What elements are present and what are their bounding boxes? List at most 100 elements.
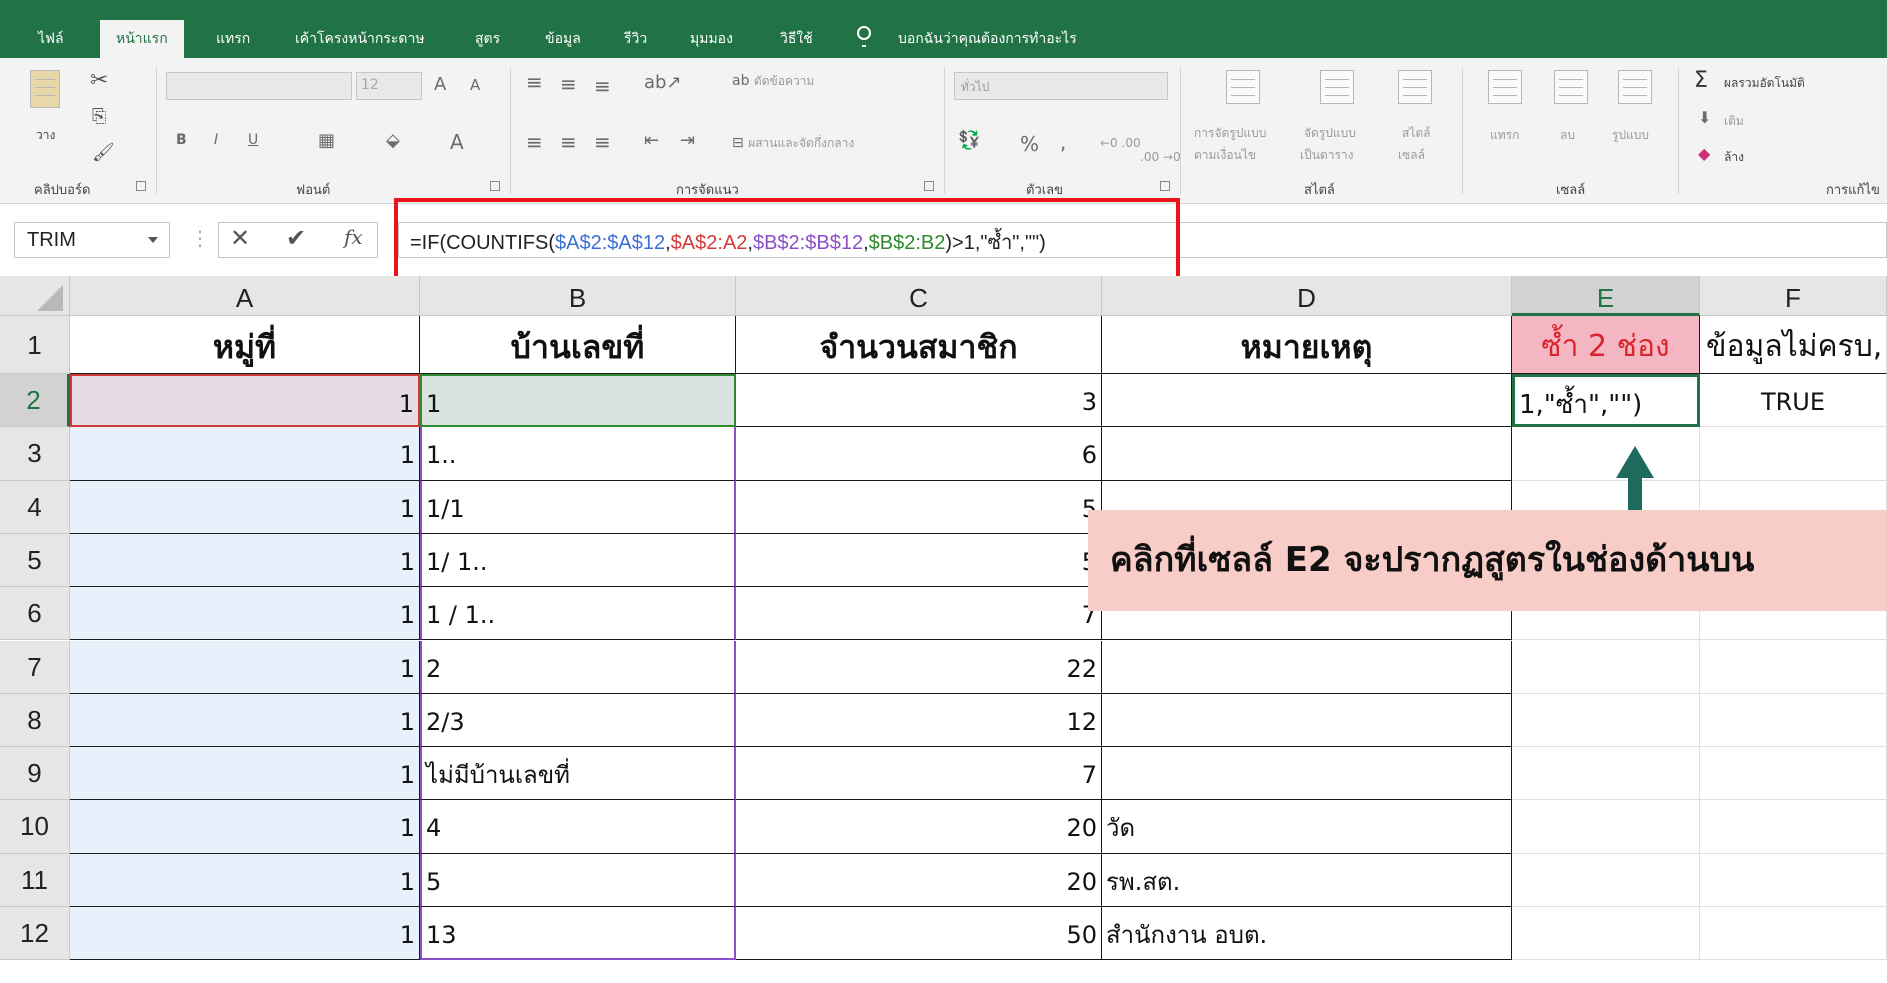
percent-button[interactable]: % — [1020, 132, 1039, 156]
cell-e8[interactable] — [1512, 693, 1700, 748]
cell-b9[interactable]: ไม่มีบ้านเลขที่ — [420, 747, 736, 801]
header-cell-b[interactable]: บ้านเลขที่ — [420, 316, 736, 374]
row-header-11[interactable]: 11 — [0, 853, 70, 907]
conditional-formatting-button[interactable]: การจัดรูปแบบ — [1194, 124, 1266, 143]
cell-d3[interactable] — [1102, 427, 1512, 481]
row-header-6[interactable]: 6 — [0, 587, 70, 641]
merge-center-button[interactable]: ⊟ ผสานและจัดกึ่งกลาง — [732, 134, 854, 153]
cell-d7[interactable] — [1102, 640, 1512, 694]
cell-b10[interactable]: 4 — [420, 800, 736, 854]
tab-formulas[interactable]: สูตร — [475, 28, 500, 50]
cell-d2[interactable] — [1102, 374, 1512, 428]
header-cell-a[interactable]: หมู่ที่ — [70, 316, 420, 374]
cell-d9[interactable] — [1102, 747, 1512, 801]
align-left-icon[interactable]: ≡ — [526, 130, 543, 154]
format-as-table-icon[interactable] — [1320, 70, 1354, 104]
cell-e2[interactable]: 1,"ซ้ำ","") — [1512, 374, 1700, 428]
borders-icon[interactable]: ▦ — [318, 130, 335, 151]
row-header-8[interactable]: 8 — [0, 693, 70, 748]
row-header-12[interactable]: 12 — [0, 907, 70, 961]
insert-function-icon[interactable]: fx — [344, 225, 363, 249]
column-header-d[interactable]: D — [1102, 276, 1512, 316]
cell-a5[interactable]: 1 — [70, 533, 420, 588]
insert-cells-button[interactable]: แทรก — [1490, 126, 1519, 145]
row-header-3[interactable]: 3 — [0, 427, 70, 481]
tab-review[interactable]: รีวิว — [624, 28, 647, 50]
clipboard-launcher-icon[interactable] — [136, 181, 146, 191]
cell-c11[interactable]: 20 — [736, 853, 1102, 907]
column-header-f[interactable]: F — [1700, 276, 1887, 316]
format-cells-icon[interactable] — [1618, 70, 1652, 104]
header-cell-f[interactable]: ข้อมูลไม่ครบ, — [1700, 316, 1887, 374]
cell-e10[interactable] — [1512, 800, 1700, 854]
accounting-format-icon[interactable]: 💱 — [958, 130, 980, 151]
cell-a7[interactable]: 1 — [70, 640, 420, 694]
cell-e11[interactable] — [1512, 853, 1700, 907]
cell-b7[interactable]: 2 — [420, 640, 736, 694]
cell-f10[interactable] — [1700, 800, 1887, 854]
worksheet-grid[interactable]: A B C D E F 1 2 3 4 5 6 7 8 9 10 11 12 หมู่ที่ บ้านเ… — [0, 276, 1887, 983]
cell-b6[interactable]: 1 / 1.. — [420, 587, 736, 641]
tab-data[interactable]: ข้อมูล — [545, 28, 581, 50]
cell-a12[interactable]: 1 — [70, 907, 420, 961]
cell-d11[interactable]: รพ.สต. — [1102, 853, 1512, 907]
format-as-table-button[interactable]: จัดรูปแบบ — [1304, 124, 1356, 143]
name-box-dropdown-icon[interactable] — [148, 237, 158, 243]
cell-c5[interactable]: 5 — [736, 533, 1102, 588]
cell-f7[interactable] — [1700, 640, 1887, 694]
paste-icon[interactable] — [30, 70, 60, 108]
font-color-button[interactable]: A — [450, 130, 464, 154]
align-bottom-icon[interactable]: ≡ — [594, 74, 611, 98]
column-header-c[interactable]: C — [736, 276, 1102, 316]
enter-icon[interactable]: ✔ — [286, 224, 306, 252]
paste-button[interactable]: วาง — [36, 126, 55, 145]
clear-button[interactable]: ล้าง — [1724, 148, 1744, 167]
header-cell-d[interactable]: หมายเหตุ — [1102, 316, 1512, 374]
cell-a9[interactable]: 1 — [70, 747, 420, 801]
delete-cells-button[interactable]: ลบ — [1560, 126, 1575, 145]
cell-a11[interactable]: 1 — [70, 853, 420, 907]
column-header-a[interactable]: A — [70, 276, 420, 316]
cell-a2[interactable]: 1 — [70, 374, 420, 428]
decrease-indent-icon[interactable]: ⇤ — [644, 130, 659, 151]
cancel-icon[interactable]: ✕ — [230, 224, 250, 252]
cell-b4[interactable]: 1/1 — [420, 480, 736, 534]
align-middle-icon[interactable]: ≡ — [560, 72, 577, 96]
conditional-formatting-icon[interactable] — [1226, 70, 1260, 104]
cell-styles-icon[interactable] — [1398, 70, 1432, 104]
cell-a6[interactable]: 1 — [70, 587, 420, 641]
underline-button[interactable]: U — [248, 132, 258, 148]
cell-styles-button[interactable]: สไตล์ — [1402, 124, 1431, 143]
comma-button[interactable]: , — [1060, 130, 1066, 154]
tab-page-layout[interactable]: เค้าโครงหน้ากระดาษ — [295, 28, 425, 50]
header-cell-c[interactable]: จำนวนสมาชิก — [736, 316, 1102, 374]
insert-cells-icon[interactable] — [1488, 70, 1522, 104]
cell-d10[interactable]: วัด — [1102, 800, 1512, 854]
format-painter-icon[interactable]: 🖌 — [92, 142, 115, 163]
font-name-select[interactable] — [166, 72, 352, 100]
decrease-decimal-button[interactable]: .00 →0 — [1140, 150, 1181, 164]
cell-f9[interactable] — [1700, 747, 1887, 801]
cell-c3[interactable]: 6 — [736, 427, 1102, 481]
bold-button[interactable]: B — [176, 132, 187, 148]
tell-me-box[interactable]: บอกฉันว่าคุณต้องการทำอะไร — [898, 28, 1077, 50]
cell-c12[interactable]: 50 — [736, 907, 1102, 961]
cell-f8[interactable] — [1700, 693, 1887, 748]
cell-a8[interactable]: 1 — [70, 693, 420, 748]
fill-icon[interactable]: ⬇ — [1698, 108, 1711, 127]
row-header-7[interactable]: 7 — [0, 640, 70, 694]
alignment-launcher-icon[interactable] — [924, 181, 934, 191]
cell-e3[interactable] — [1512, 427, 1700, 481]
tab-file[interactable]: ไฟล์ — [38, 28, 64, 50]
align-center-icon[interactable]: ≡ — [560, 130, 577, 154]
select-all-button[interactable] — [0, 276, 70, 316]
row-header-10[interactable]: 10 — [0, 800, 70, 854]
align-top-icon[interactable]: ≡ — [526, 70, 543, 94]
formula-bar-splitter-icon[interactable]: ⋮ — [190, 226, 210, 250]
cell-c8[interactable]: 12 — [736, 693, 1102, 748]
orientation-icon[interactable]: ab↗ — [644, 72, 682, 93]
cell-a10[interactable]: 1 — [70, 800, 420, 854]
copy-icon[interactable]: ⎘ — [92, 106, 106, 127]
font-launcher-icon[interactable] — [490, 181, 500, 191]
cell-b12[interactable]: 13 — [420, 907, 736, 961]
